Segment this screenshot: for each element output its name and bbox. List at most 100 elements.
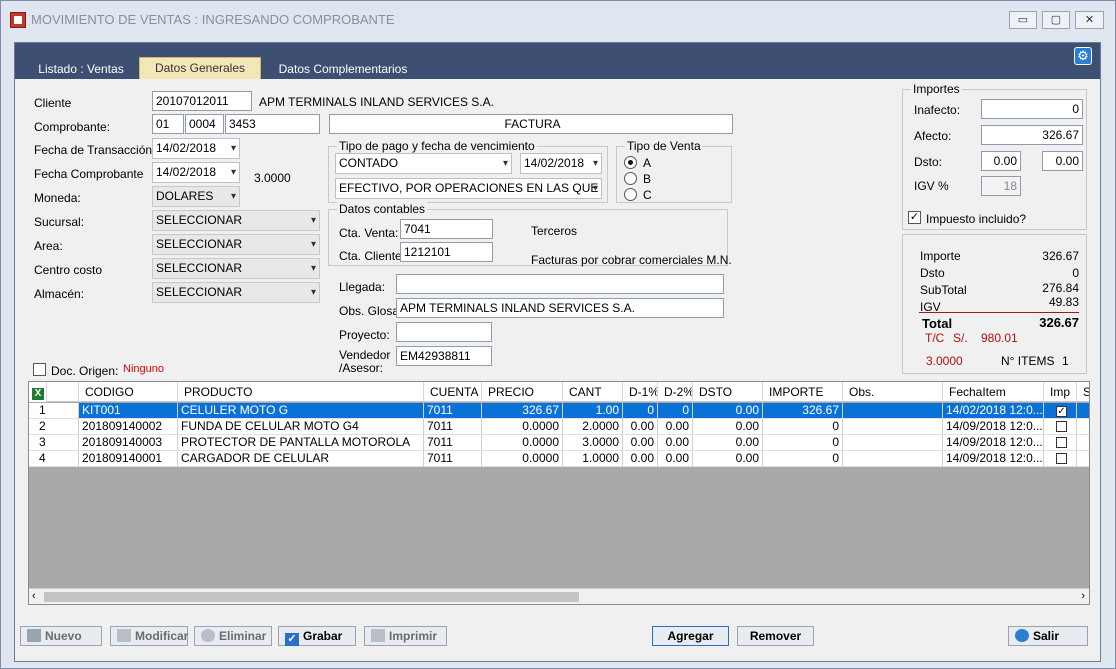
cta-cliente-input[interactable]: 1212101 [400,242,493,262]
comprobante-tipo-input[interactable]: 01 [152,114,184,134]
col-fechaitem-header[interactable]: FechaItem [943,382,1044,402]
tipo-venta-a-radio[interactable] [624,156,637,169]
impuesto-incluido-checkbox[interactable]: ✓ [908,211,921,224]
afecto-input[interactable]: 326.67 [981,125,1083,145]
maximize-button[interactable]: ▢ [1042,11,1070,29]
cell-dsto[interactable]: 0.00 [693,403,763,419]
cell-n[interactable]: 2 [29,419,79,435]
excel-icon[interactable]: X [29,382,47,402]
cell-d1[interactable]: 0 [623,403,658,419]
tipo-venta-b-radio[interactable] [624,172,637,185]
fecha-vencimiento-picker[interactable]: 14/02/2018 ▾ [520,153,602,174]
sucursal-select[interactable]: SELECCIONAR ▾ [152,210,320,231]
table-row[interactable]: 4 201809140001 CARGADOR DE CELULAR 7011 0.00… [29,451,1089,467]
tipo-pago-select[interactable]: CONTADO ▾ [335,153,512,174]
cell-importe[interactable]: 326.67 [763,403,843,419]
cell-cuenta[interactable]: 7011 [424,435,482,451]
comprobante-numero-input[interactable]: 3453 [225,114,320,134]
tipo-venta-c-radio[interactable] [624,188,637,201]
col-cuenta-header[interactable]: CUENTA [424,382,482,402]
cell-fecha[interactable]: 14/09/2018 12:0... [943,451,1044,467]
grabar-button[interactable]: ✓ Grabar [278,626,356,646]
scroll-left-icon[interactable]: ‹ [32,590,36,602]
fecha-comprobante-picker[interactable]: 14/02/2018 ▾ [152,162,240,183]
table-row[interactable]: 3 201809140003 PROTECTOR DE PANTALLA MOTOR… [29,435,1089,451]
cell-precio[interactable]: 0.0000 [482,419,563,435]
cell-codigo[interactable]: 201809140003 [79,435,178,451]
cell-importe[interactable]: 0 [763,435,843,451]
col-precio-header[interactable]: PRECIO [482,382,563,402]
cell-d2[interactable]: 0.00 [658,451,693,467]
cell-cuenta[interactable]: 7011 [424,403,482,419]
cell-s[interactable] [1077,435,1089,451]
col-cant-header[interactable]: CANT [563,382,623,402]
cell-obs[interactable] [843,435,943,451]
almacen-select[interactable]: SELECCIONAR ▾ [152,282,320,303]
llegada-input[interactable] [396,274,724,294]
cell-n[interactable]: 4 [29,451,79,467]
cell-dsto[interactable]: 0.00 [693,451,763,467]
col-d1-header[interactable]: D-1% [623,382,658,402]
col-imp-header[interactable]: Imp [1044,382,1077,402]
cell-n[interactable]: 1 [29,403,79,419]
area-select[interactable]: SELECCIONAR ▾ [152,234,320,255]
col-s-header[interactable]: S [1077,382,1089,402]
cell-fecha[interactable]: 14/09/2018 12:0... [943,419,1044,435]
cell-s[interactable] [1077,403,1089,419]
scroll-thumb[interactable] [44,592,579,602]
close-button[interactable]: ✕ [1075,11,1104,29]
comprobante-serie-input[interactable]: 0004 [185,114,224,134]
eliminar-button[interactable]: Eliminar [194,626,272,646]
col-codigo-header[interactable]: CODIGO [79,382,178,402]
imp-checkbox[interactable] [1056,421,1067,432]
table-row[interactable]: 1 KIT001 CELULER MOTO G 7011 326.67 1.00 0 0 0.0… [29,403,1089,419]
cell-imp[interactable]: ✓ [1044,403,1077,419]
dsto1-input[interactable]: 0.00 [981,151,1021,171]
cell-fecha[interactable]: 14/09/2018 12:0... [943,435,1044,451]
col-d2-header[interactable]: D-2% [658,382,693,402]
col-producto-header[interactable]: PRODUCTO [178,382,424,402]
cell-producto[interactable]: PROTECTOR DE PANTALLA MOTOROLA [178,435,424,451]
col-importe-header[interactable]: IMPORTE [763,382,843,402]
cell-producto[interactable]: CELULER MOTO G [178,403,424,419]
modificar-button[interactable]: Modificar [110,626,188,646]
cell-importe[interactable]: 0 [763,419,843,435]
tab-datos-generales[interactable]: Datos Generales [139,57,261,79]
cell-d2[interactable]: 0 [658,403,693,419]
centro-costo-select[interactable]: SELECCIONAR ▾ [152,258,320,279]
remover-button[interactable]: Remover [737,626,814,646]
salir-button[interactable]: Salir [1008,626,1088,646]
imp-checkbox[interactable] [1056,453,1067,464]
cell-obs[interactable] [843,403,943,419]
fecha-transaccion-picker[interactable]: 14/02/2018 ▾ [152,138,240,159]
cliente-code-input[interactable]: 20107012011 [152,91,252,111]
moneda-select[interactable]: DOLARES ▾ [152,186,240,207]
cell-fecha[interactable]: 14/02/2018 12:0... [943,403,1044,419]
imp-checkbox[interactable]: ✓ [1056,406,1067,417]
imprimir-button[interactable]: Imprimir [364,626,447,646]
cell-obs[interactable] [843,451,943,467]
cell-dsto[interactable]: 0.00 [693,435,763,451]
cell-cant[interactable]: 1.00 [563,403,623,419]
cell-importe[interactable]: 0 [763,451,843,467]
items-grid[interactable]: X CODIGO PRODUCTO CUENTA PRECIO CANT D-1… [28,381,1090,605]
cell-imp[interactable] [1044,419,1077,435]
col-dsto-header[interactable]: DSTO [693,382,763,402]
tab-listado-ventas[interactable]: Listado : Ventas [33,59,129,79]
cell-producto[interactable]: FUNDA DE CELULAR MOTO G4 [178,419,424,435]
cell-codigo[interactable]: 201809140001 [79,451,178,467]
cell-precio[interactable]: 326.67 [482,403,563,419]
cell-cant[interactable]: 1.0000 [563,451,623,467]
cell-dsto[interactable]: 0.00 [693,419,763,435]
cell-d1[interactable]: 0.00 [623,435,658,451]
cell-codigo[interactable]: KIT001 [79,403,178,419]
cta-venta-input[interactable]: 7041 [400,219,493,239]
cell-producto[interactable]: CARGADOR DE CELULAR [178,451,424,467]
cell-imp[interactable] [1044,451,1077,467]
cell-cuenta[interactable]: 7011 [424,419,482,435]
doc-origen-checkbox[interactable] [33,363,46,376]
cell-n[interactable]: 3 [29,435,79,451]
scroll-right-icon[interactable]: › [1081,590,1085,602]
cell-s[interactable] [1077,419,1089,435]
cell-s[interactable] [1077,451,1089,467]
